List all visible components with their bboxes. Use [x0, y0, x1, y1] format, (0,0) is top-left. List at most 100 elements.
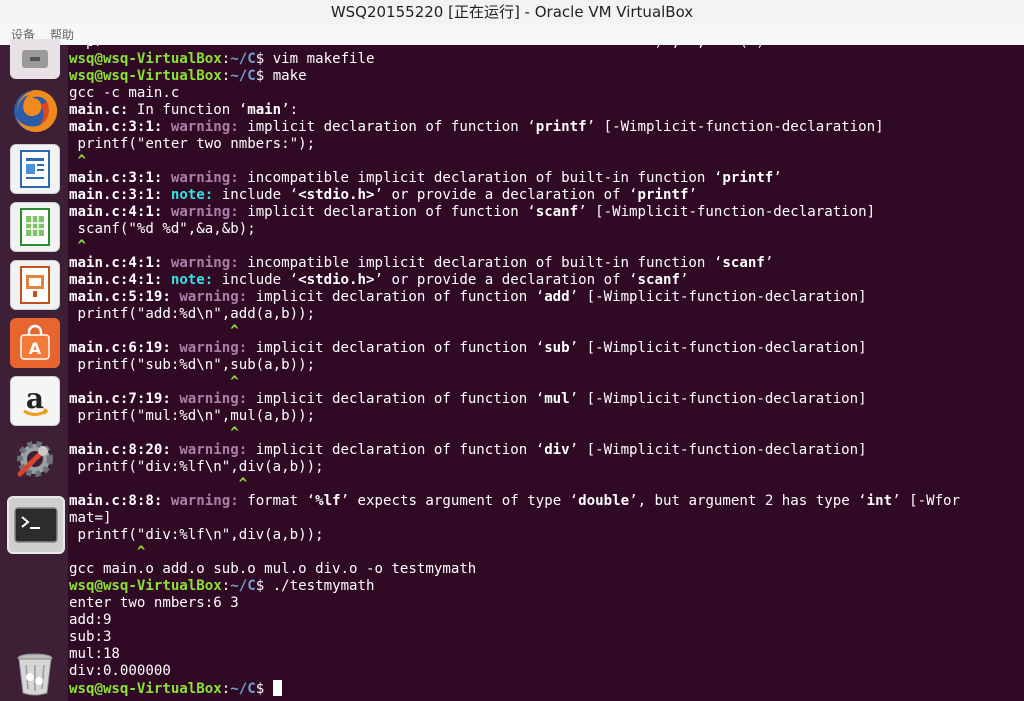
- diagnostic-text: incompatible implicit declaration of bui…: [247, 170, 723, 186]
- prompt-path: ~/C: [230, 68, 256, 84]
- shell-prompt-line: wsq@wsq-VirtualBox:~/C$ vim makefile: [69, 51, 960, 68]
- shell-command: vim makefile: [272, 51, 375, 67]
- diagnostic-text: main: [247, 102, 282, 118]
- terminal-line: mul:18: [69, 646, 960, 663]
- diagnostic-text: main.c:3:1:: [69, 119, 171, 135]
- shell-prompt-line: wsq@wsq-VirtualBox:~/C$: [69, 680, 960, 697]
- error-caret: ^: [69, 476, 248, 492]
- output-text: scanf("%d %d",&a,&b);: [69, 221, 256, 237]
- terminal-line: mat=]: [69, 510, 960, 527]
- diagnostic-text: ’:: [281, 102, 299, 118]
- diagnostic-text: main.c:8:8:: [69, 493, 171, 509]
- terminal-line: ^: [69, 544, 960, 561]
- terminal-line: main.c:4:1: warning: incompatible implic…: [69, 255, 960, 272]
- menu-bar: 设备 帮助: [0, 24, 1024, 45]
- diagnostic-text: ’ expects argument of type ‘: [340, 493, 579, 509]
- output-text: add:9: [69, 612, 112, 628]
- prompt-dollar: $: [255, 51, 273, 67]
- output-text: mul:18: [69, 646, 120, 662]
- diagnostic-text: ’: [764, 255, 774, 271]
- diagnostic-text: main.c:4:1:: [69, 272, 171, 288]
- output-text: div:0.000000: [69, 663, 171, 679]
- warning-label: warning:: [179, 442, 256, 458]
- terminal-line: main.c:4:1: note: include ‘<stdio.h>’ or…: [69, 272, 960, 289]
- diagnostic-text: scanf: [722, 255, 765, 271]
- note-label: note:: [170, 272, 222, 288]
- diagnostic-text: ’ [-Wimplicit-function-declaration]: [569, 442, 867, 458]
- error-caret: ^: [69, 323, 239, 339]
- terminal-line: enter two nmbers:6 3: [69, 595, 960, 612]
- diagnostic-text: ’: [679, 272, 689, 288]
- svg-text:A: A: [29, 339, 42, 358]
- prompt-user: wsq@wsq-VirtualBox: [69, 681, 222, 697]
- terminal-line: ^: [69, 238, 960, 255]
- diagnostic-text: main.c:6:19:: [69, 340, 180, 356]
- diagnostic-text: implicit declaration of function ‘: [255, 442, 545, 458]
- window-title: WSQ20155220 [正在运行] - Oracle VM VirtualBo…: [330, 3, 694, 21]
- diagnostic-text: scanf: [637, 272, 680, 288]
- error-caret: ^: [69, 425, 239, 441]
- warning-label: warning:: [170, 493, 248, 509]
- prompt-dollar: $: [255, 68, 273, 84]
- trash-icon[interactable]: [10, 649, 60, 699]
- terminal-line: add:9: [69, 612, 960, 629]
- terminal-line: printf("sub:%d\n",sub(a,b));: [69, 357, 960, 374]
- diagnostic-text: main.c:: [69, 102, 129, 118]
- terminal-line: printf("div:%lf\n",div(a,b));: [69, 459, 960, 476]
- libreoffice-impress-icon[interactable]: [10, 260, 60, 310]
- output-text: pr ) , , ( ): [69, 45, 765, 50]
- diagnostic-text: sub: [544, 340, 570, 356]
- terminal-line: main.c:8:20: warning: implicit declarati…: [69, 442, 960, 459]
- prompt-colon: :: [221, 681, 231, 697]
- warning-label: warning:: [179, 340, 256, 356]
- diagnostic-text: include ‘: [221, 187, 299, 203]
- diagnostic-text: main.c:4:1:: [69, 255, 171, 271]
- libreoffice-calc-icon[interactable]: [10, 202, 60, 252]
- diagnostic-text: implicit declaration of function ‘: [255, 391, 545, 407]
- prompt-user: wsq@wsq-VirtualBox: [69, 51, 222, 67]
- terminal-window[interactable]: pr ) , , ( )wsq@wsq-VirtualBox:~/C$ vim …: [68, 45, 1024, 701]
- warning-label: warning:: [179, 391, 256, 407]
- firefox-icon[interactable]: [10, 86, 60, 136]
- terminal-line: main.c:3:1: note: include ‘<stdio.h>’ or…: [69, 187, 960, 204]
- error-caret: ^: [69, 153, 86, 169]
- output-text: gcc -c main.c: [69, 85, 180, 101]
- shell-command: make: [272, 68, 307, 84]
- diagnostic-text: implicit declaration of function ‘: [247, 119, 536, 135]
- system-settings-icon[interactable]: [10, 434, 60, 484]
- terminal-line: main.c:6:19: warning: implicit declarati…: [69, 340, 960, 357]
- error-caret: ^: [69, 238, 86, 254]
- diagnostic-text: implicit declaration of function ‘: [255, 340, 545, 356]
- diagnostic-text: ’ or provide a declaration of ‘: [374, 187, 638, 203]
- terminal-icon[interactable]: [7, 496, 65, 554]
- diagnostic-text: ’: [773, 170, 782, 186]
- note-label: note:: [170, 187, 222, 203]
- terminal-line: ^: [69, 425, 960, 442]
- diagnostic-text: incompatible implicit declaration of bui…: [247, 255, 723, 271]
- shell-prompt-line: wsq@wsq-VirtualBox:~/C$ make: [69, 68, 960, 85]
- prompt-path: ~/C: [230, 51, 256, 67]
- error-caret: ^: [69, 544, 146, 560]
- disk-icon[interactable]: [10, 39, 60, 79]
- diagnostic-text: main.c:4:1:: [69, 204, 171, 220]
- ubuntu-software-icon[interactable]: A: [10, 318, 60, 368]
- terminal-line: printf("add:%d\n",add(a,b));: [69, 306, 960, 323]
- diagnostic-text: main.c:5:19:: [69, 289, 180, 305]
- prompt-dollar: $: [255, 578, 273, 594]
- output-text: printf("mul:%d\n",mul(a,b));: [69, 408, 316, 424]
- terminal-line: main.c:7:19: warning: implicit declarati…: [69, 391, 960, 408]
- diagnostic-text: implicit declaration of function ‘: [255, 289, 545, 305]
- prompt-user: wsq@wsq-VirtualBox: [69, 578, 222, 594]
- diagnostic-text: ’ [-Wimplicit-function-declaration]: [578, 204, 876, 220]
- output-text: sub:3: [69, 629, 112, 645]
- text-cursor: [272, 680, 282, 696]
- svg-text:a: a: [26, 382, 44, 415]
- window-titlebar: WSQ20155220 [正在运行] - Oracle VM VirtualBo…: [0, 0, 1024, 25]
- diagnostic-text: printf: [637, 187, 689, 203]
- amazon-icon[interactable]: a: [10, 376, 60, 426]
- terminal-line: scanf("%d %d",&a,&b);: [69, 221, 960, 238]
- libreoffice-writer-icon[interactable]: [10, 144, 60, 194]
- prompt-dollar: $: [255, 681, 273, 697]
- terminal-line: gcc main.o add.o sub.o mul.o div.o -o te…: [69, 561, 960, 578]
- warning-label: warning:: [170, 255, 248, 271]
